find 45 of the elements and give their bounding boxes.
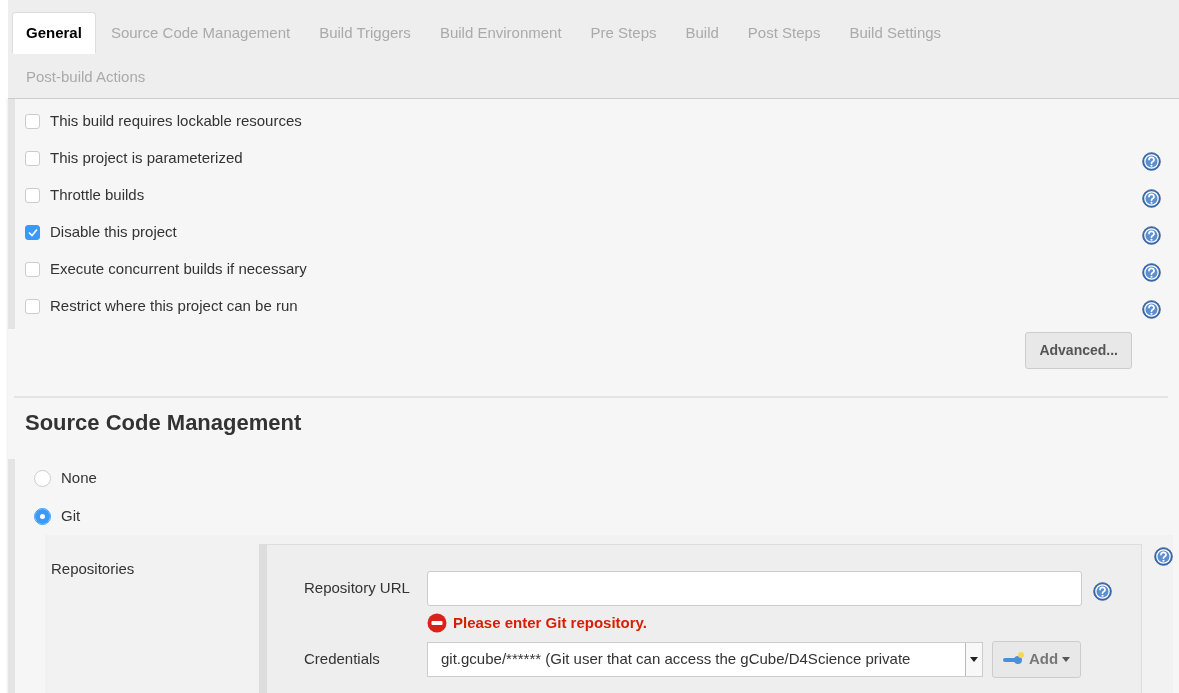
- caret-icon: [1062, 656, 1071, 662]
- tab[interactable]: Build Environment: [425, 12, 576, 54]
- tab[interactable]: Pre Steps: [576, 12, 671, 54]
- tab[interactable]: Build Settings: [835, 12, 956, 54]
- error-icon: [427, 613, 447, 634]
- checkbox[interactable]: [25, 151, 40, 166]
- help-icon[interactable]: [1142, 149, 1161, 168]
- checkbox-label: Restrict where this project can be run: [50, 296, 298, 317]
- help-icon[interactable]: [1142, 260, 1161, 279]
- tab[interactable]: General: [12, 12, 96, 54]
- help-icon[interactable]: [1093, 579, 1112, 598]
- radio-label: None: [61, 467, 97, 488]
- help-icon[interactable]: [1154, 544, 1173, 563]
- checkbox-label: This project is parameterized: [50, 148, 243, 169]
- key-icon: [1003, 652, 1025, 666]
- checkbox-label: This build requires lockable resources: [50, 111, 302, 132]
- checkbox[interactable]: [25, 225, 40, 240]
- radio-button[interactable]: [34, 507, 51, 525]
- checkbox[interactable]: [25, 262, 40, 277]
- checkbox-label: Throttle builds: [50, 185, 145, 206]
- field-label: Credentials: [303, 648, 381, 669]
- tab[interactable]: Post Steps: [733, 12, 835, 54]
- checkbox-label: Disable this project: [50, 222, 177, 243]
- field-label: Repositories: [50, 559, 136, 579]
- tab[interactable]: Build: [671, 12, 733, 54]
- checkbox[interactable]: [25, 114, 40, 129]
- tab[interactable]: Build Triggers: [305, 12, 425, 54]
- add-button[interactable]: Add: [992, 640, 1082, 678]
- repository-url-field[interactable]: [427, 571, 1082, 606]
- caret-icon: [970, 656, 978, 662]
- radio-label: Git: [61, 505, 81, 526]
- tab[interactable]: Source Code Management: [96, 12, 305, 54]
- credentials-dropdown[interactable]: git.gcube/****** (Git user that can access the gCube/D4Science private: [427, 641, 983, 677]
- field-label: Repository URL: [303, 578, 411, 599]
- help-icon[interactable]: [1142, 223, 1161, 242]
- radio-button[interactable]: [34, 469, 51, 487]
- checkbox[interactable]: [25, 299, 40, 314]
- section-heading: Source Code Management: [25, 409, 303, 437]
- help-icon[interactable]: [1142, 297, 1161, 316]
- checkbox[interactable]: [25, 188, 40, 203]
- checkbox-label: Execute concurrent builds if necessary: [50, 259, 307, 280]
- error-message: Please enter Git repository.: [453, 613, 647, 633]
- advanced-button[interactable]: Advanced...: [1025, 332, 1132, 369]
- tab[interactable]: Post-build Actions: [12, 56, 160, 98]
- help-icon[interactable]: [1142, 186, 1161, 205]
